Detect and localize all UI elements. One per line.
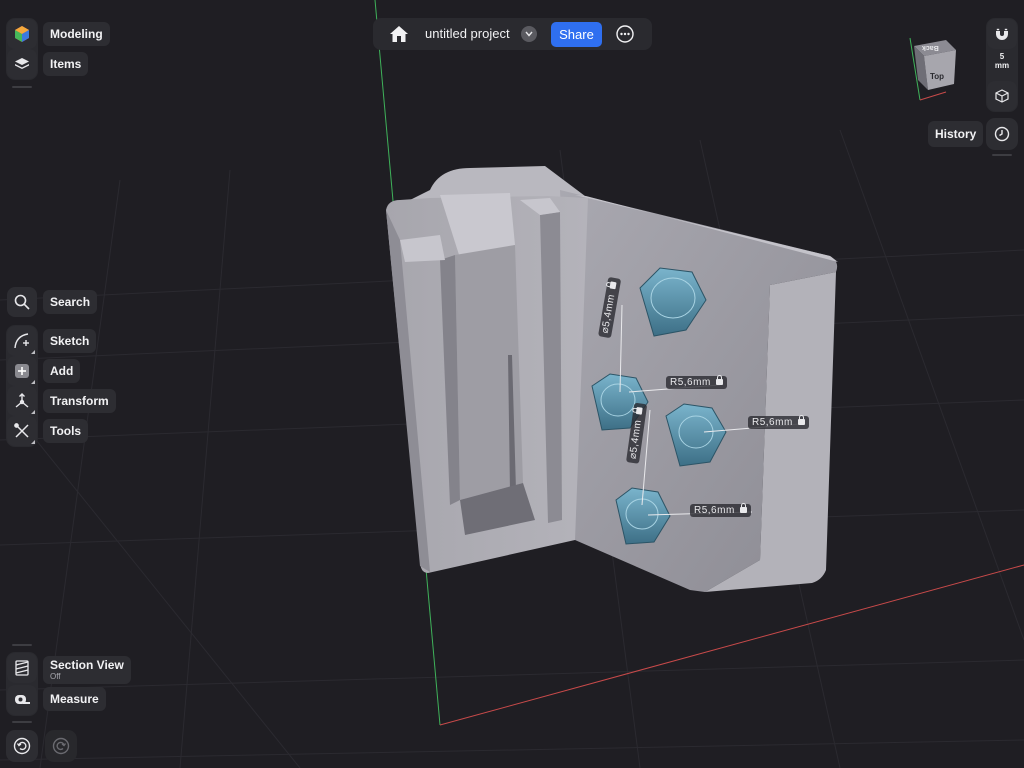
clock-icon (994, 126, 1010, 142)
dimension-radius-a[interactable]: R5,6mm (666, 375, 727, 389)
snap-increment[interactable]: 5 mm (987, 52, 1017, 70)
transform-button[interactable] (7, 386, 37, 416)
redo-icon (52, 737, 70, 755)
section-view-icon (15, 660, 29, 676)
tools-wrench-icon (14, 423, 29, 438)
3d-viewport[interactable] (0, 0, 1024, 768)
dimension-text: R5,6mm (670, 377, 711, 388)
transform-arrows-icon (15, 393, 29, 408)
dimension-radius-b[interactable]: R5,6mm (748, 415, 809, 429)
snap-unit: mm (994, 61, 1010, 70)
section-view-title: Section View (50, 658, 124, 672)
view-cube-back-label: Back (922, 44, 939, 51)
dimension-radius-c[interactable]: R5,6mm (690, 503, 751, 517)
snap-value: 5 (999, 52, 1005, 61)
lock-icon (609, 281, 617, 290)
lock-icon (715, 375, 723, 385)
section-view-label[interactable]: Section View Off (43, 656, 131, 684)
tools-button[interactable] (7, 416, 37, 446)
search-label[interactable]: Search (43, 290, 98, 314)
home-button[interactable] (387, 23, 411, 45)
sketch-label[interactable]: Sketch (43, 329, 97, 353)
share-button[interactable]: Share (551, 22, 602, 47)
project-menu-dropdown[interactable] (521, 26, 537, 42)
items-label[interactable]: Items (43, 52, 89, 76)
3d-model[interactable] (386, 166, 838, 592)
history-label[interactable]: History (928, 121, 984, 147)
undo-icon (13, 737, 31, 755)
measure-button[interactable] (7, 685, 37, 715)
modeling-button[interactable] (7, 19, 37, 49)
layers-icon (15, 58, 29, 69)
chevron-down-icon (525, 31, 533, 37)
measure-label[interactable]: Measure (43, 687, 106, 711)
more-options-button[interactable] (615, 24, 635, 44)
tape-measure-icon (15, 695, 30, 704)
modeling-label[interactable]: Modeling (43, 22, 110, 46)
modeling-cube-icon (15, 26, 29, 42)
toolbar-divider (12, 86, 32, 88)
sketch-arc-icon (14, 333, 29, 349)
search-icon (14, 294, 30, 310)
cube-outline-icon (995, 89, 1009, 103)
lock-icon (635, 407, 643, 416)
search-button[interactable] (7, 287, 37, 317)
toolbar-divider (992, 154, 1012, 156)
toolbar-divider (12, 644, 32, 646)
project-name[interactable]: untitled project (425, 18, 510, 50)
section-view-state: Off (50, 672, 61, 681)
toolbar-divider (12, 721, 32, 723)
section-view-button[interactable] (7, 653, 37, 683)
add-label[interactable]: Add (43, 359, 81, 383)
lock-icon (797, 415, 805, 425)
undo-button[interactable] (6, 730, 38, 762)
view-mode-button[interactable] (987, 81, 1017, 111)
dimension-text: R5,6mm (694, 505, 735, 516)
view-cube-top-label: Top (930, 72, 945, 81)
sketch-button[interactable] (7, 326, 37, 356)
tools-label[interactable]: Tools (43, 419, 89, 443)
home-icon (390, 26, 408, 42)
more-options-icon (616, 25, 634, 43)
magnet-icon (996, 28, 1008, 40)
redo-button[interactable] (45, 730, 77, 762)
history-button[interactable] (986, 118, 1018, 150)
snap-magnet-button[interactable] (987, 19, 1017, 49)
transform-label[interactable]: Transform (43, 389, 116, 413)
add-button[interactable] (7, 356, 37, 386)
items-button[interactable] (7, 49, 37, 79)
project-bar: untitled project Share (373, 18, 652, 50)
lock-icon (739, 503, 747, 513)
view-cube[interactable]: Back Top (906, 36, 962, 106)
dimension-text: R5,6mm (752, 417, 793, 428)
add-icon (15, 364, 29, 378)
